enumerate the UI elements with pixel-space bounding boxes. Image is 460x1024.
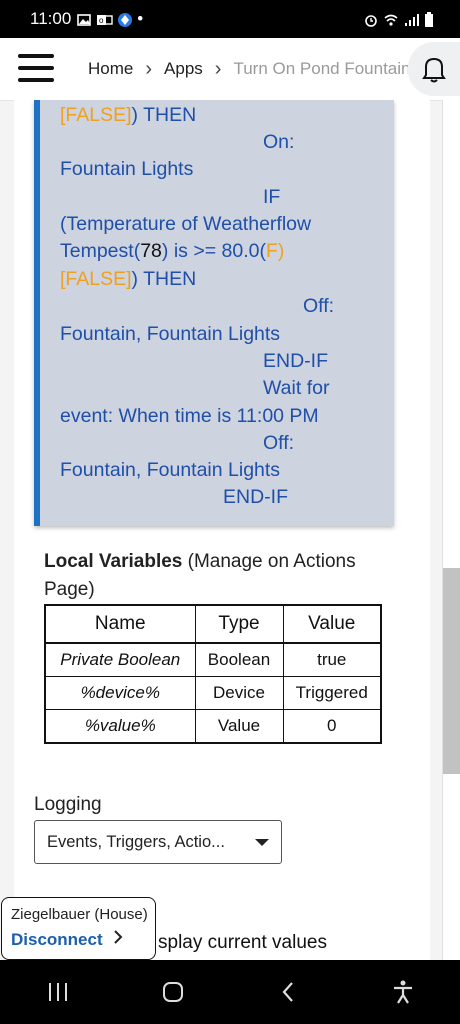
rule-line: [FALSE]) THEN [60, 268, 197, 290]
chevron-right-icon: › [145, 57, 153, 80]
rule-line: (Temperature of Weatherflow [60, 213, 312, 235]
breadcrumb-current: Turn On Pond Fountain [233, 59, 408, 78]
svg-text:o: o [99, 16, 104, 25]
variable-value: Triggered [282, 676, 382, 710]
breadcrumb: Home › Apps › Turn On Pond Fountain [88, 38, 408, 100]
rule-line: Fountain, Fountain Lights [60, 323, 281, 345]
display-current-values-label[interactable]: splay current values [158, 932, 327, 954]
scrollbar-thumb[interactable] [443, 568, 460, 774]
logging-selected-value: Events, Triggers, Actio... [47, 832, 225, 851]
rule-line: Tempest(78) is >= 80.0(F) [60, 240, 285, 262]
signal-icon [404, 12, 419, 26]
breadcrumb-home[interactable]: Home [88, 59, 133, 79]
logging-select[interactable]: Events, Triggers, Actio... [34, 820, 282, 864]
app-header: Home › Apps › Turn On Pond Fountain [0, 38, 460, 101]
table-header-row: Name Type Value [44, 604, 382, 644]
variable-value: 0 [282, 709, 382, 744]
alarm-icon [364, 12, 378, 27]
variable-type: Device [194, 676, 284, 710]
rule-line: Off: [303, 295, 335, 317]
accessibility-icon[interactable] [373, 967, 433, 1017]
status-dot: • [137, 9, 144, 28]
hub-connection-card: Ziegelbauer (House) Disconnect [1, 897, 156, 960]
rule-line: [FALSE]) THEN [60, 104, 197, 126]
app-icon [117, 12, 133, 27]
rule-line: IF [263, 186, 281, 208]
variable-name: Private Boolean [44, 642, 196, 677]
logging-label: Logging [34, 794, 102, 815]
disconnect-button[interactable]: Disconnect [11, 929, 147, 950]
scrollbar-track[interactable] [442, 100, 460, 960]
rule-line: event: When time is 11:00 PM [60, 405, 319, 427]
system-navigation-bar [0, 960, 460, 1024]
rule-line: Fountain Lights [60, 158, 194, 180]
status-time: 11:00 [30, 9, 72, 28]
status-left: 11:00 o • [30, 9, 143, 29]
rule-line: On: [263, 131, 295, 153]
variable-value: true [282, 642, 382, 677]
chevron-right-icon: › [214, 57, 222, 80]
column-header: Value [282, 604, 382, 644]
rule-line: Wait for [263, 377, 330, 399]
dropdown-caret-icon [255, 838, 269, 846]
outlook-icon: o [97, 12, 113, 26]
status-bar: 11:00 o • [0, 0, 460, 38]
rule-line: Off: [263, 432, 295, 454]
breadcrumb-apps[interactable]: Apps [164, 59, 203, 79]
image-icon [77, 12, 92, 26]
back-icon[interactable] [258, 967, 318, 1017]
recent-apps-icon[interactable] [28, 967, 88, 1017]
rule-line: Fountain, Fountain Lights [60, 459, 281, 481]
rule-definition: [FALSE]) THEN On: Fountain Lights IF (Te… [34, 100, 394, 526]
wifi-icon [384, 12, 398, 26]
rule-line: END-IF [263, 350, 328, 372]
variable-name: %value% [44, 709, 196, 744]
local-variables-table: Name Type Value Private Boolean Boolean … [44, 604, 382, 744]
bell-icon[interactable] [408, 42, 460, 96]
column-header: Type [194, 604, 284, 644]
column-header: Name [44, 604, 196, 644]
hub-name: Ziegelbauer (House) [11, 906, 148, 923]
rule-line: END-IF [223, 486, 288, 508]
status-right [364, 12, 438, 27]
battery-icon [424, 12, 438, 27]
table-row: Private Boolean Boolean true [44, 642, 382, 677]
chevron-right-icon [113, 929, 123, 950]
home-icon[interactable] [143, 967, 203, 1017]
variable-type: Value [194, 709, 284, 744]
variable-name: %device% [44, 676, 196, 710]
local-variables-heading: Local Variables (Manage on Actions Page) [44, 551, 356, 600]
table-row: %device% Device Triggered [44, 676, 382, 710]
disconnect-label: Disconnect [11, 929, 103, 949]
menu-icon[interactable] [18, 54, 54, 82]
main-content: [FALSE]) THEN On: Fountain Lights IF (Te… [14, 100, 430, 960]
variable-type: Boolean [194, 642, 284, 677]
table-row: %value% Value 0 [44, 709, 382, 744]
